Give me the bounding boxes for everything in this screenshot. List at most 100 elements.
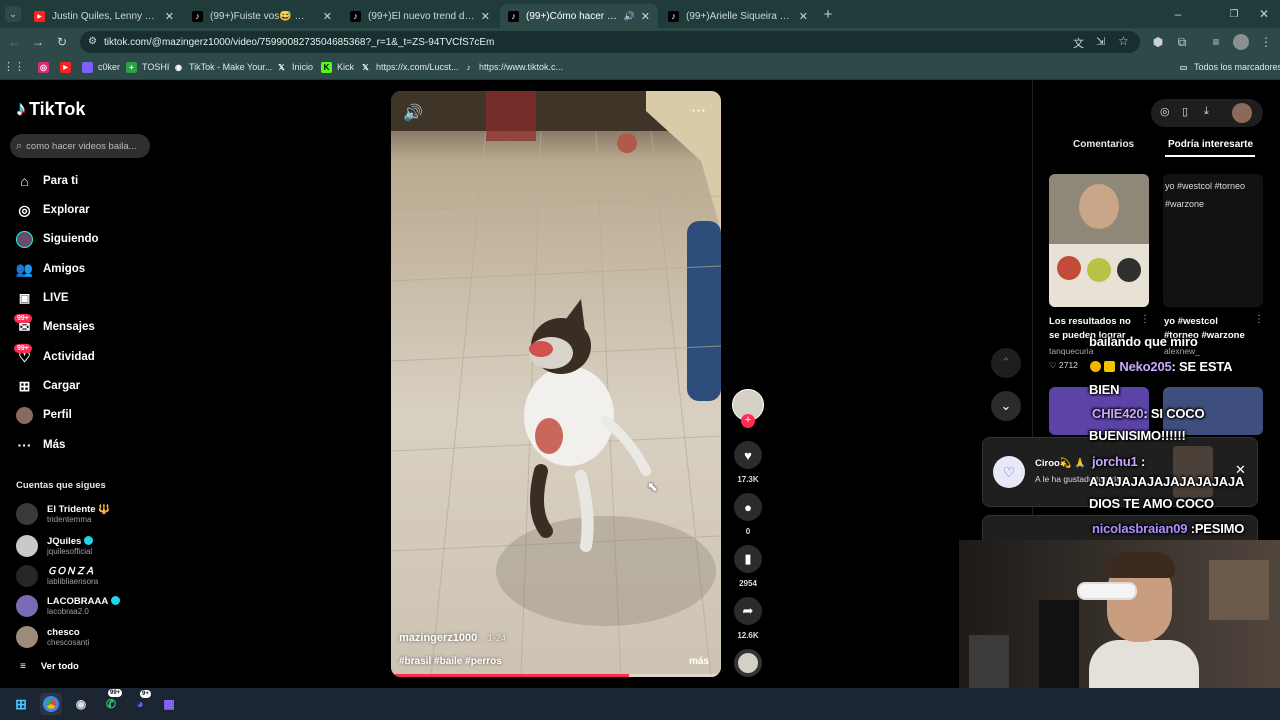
share-button[interactable]: ➦ 12.6K bbox=[733, 597, 763, 640]
forward-icon[interactable]: → bbox=[30, 34, 46, 50]
whatsapp-taskbar-icon[interactable]: ✆ 99+ bbox=[100, 689, 123, 715]
folder-icon: ▭ bbox=[1179, 62, 1188, 72]
search-bar[interactable]: ⌕ como hacer videos baila... bbox=[10, 134, 150, 158]
close-icon[interactable]: ✕ bbox=[799, 10, 808, 23]
new-tab-icon[interactable]: + bbox=[820, 6, 836, 23]
tab-tiktok-1[interactable]: ♪ (99+)Fuiste vos😅 🤙 | TikTok ✕ bbox=[184, 4, 340, 28]
more-caption-link[interactable]: más bbox=[689, 656, 709, 667]
translate-icon[interactable]: 文 bbox=[1073, 35, 1084, 51]
following-account[interactable]: LACOBRAAA lacobraa2.0 bbox=[16, 595, 121, 617]
tab-tiktok-active[interactable]: ♪ (99+)Cómo hacer que tu pe 🔊 ✕ bbox=[500, 4, 658, 28]
video-hashtags[interactable]: #brasil #baile #perros bbox=[399, 656, 502, 667]
save-button[interactable]: ▮ 2954 bbox=[733, 545, 763, 588]
like-button[interactable]: ♥ 17.3K bbox=[733, 441, 763, 484]
more-options-icon[interactable]: ⋯ bbox=[691, 101, 706, 119]
author-avatar-follow[interactable]: + bbox=[732, 389, 764, 428]
nav-actividad[interactable]: ♡ 99+ Actividad bbox=[14, 343, 95, 368]
nav-para-ti[interactable]: ⌂ Para ti bbox=[16, 170, 78, 192]
coins-icon[interactable]: ◎ bbox=[1160, 105, 1170, 118]
tab-comentarios[interactable]: Comentarios bbox=[1073, 139, 1134, 150]
minimize-icon[interactable]: – bbox=[1170, 6, 1186, 22]
bookmark-tiktok-url[interactable]: ♪ https://www.tiktok.c... bbox=[463, 60, 564, 74]
see-all-link[interactable]: ≡ Ver todo bbox=[20, 661, 79, 672]
follow-plus-icon[interactable]: + bbox=[741, 414, 755, 428]
chrome-menu-icon[interactable]: ⋮ bbox=[1258, 34, 1274, 50]
close-window-icon[interactable]: ✕ bbox=[1256, 6, 1272, 22]
all-bookmarks-folder[interactable]: ▭ Todos los marcadores bbox=[1178, 60, 1280, 74]
comment-button[interactable]: ● 0 bbox=[733, 493, 763, 536]
restore-icon[interactable]: ❐ bbox=[1226, 6, 1242, 22]
suggested-thumb-broken[interactable]: yo #westcol #torneo #warzone bbox=[1163, 174, 1263, 307]
video-progress-fill bbox=[391, 674, 629, 677]
install-icon[interactable]: ⇲ bbox=[1096, 35, 1105, 48]
following-account[interactable]: chesco chescosanti bbox=[16, 626, 89, 648]
back-icon[interactable]: ← bbox=[6, 34, 22, 50]
search-input[interactable]: como hacer videos baila... bbox=[26, 141, 136, 152]
discord-taskbar-icon[interactable]: ◕ 9+ bbox=[129, 690, 151, 715]
reload-icon[interactable]: ↻ bbox=[54, 34, 70, 50]
bookmark-x-lucst[interactable]: 𝕏https://x.com/Lucst... bbox=[360, 60, 458, 74]
tab-tiktok-2[interactable]: ♪ (99+)El nuevo trend de IA: ¡Bail ✕ bbox=[342, 4, 498, 28]
close-icon[interactable]: ✕ bbox=[641, 10, 650, 23]
tab-tiktok-3[interactable]: ♪ (99+)Arielle Siqueira - som orig ✕ bbox=[660, 4, 816, 28]
youtube-icon: ▶ bbox=[34, 10, 45, 22]
suggested-thumb[interactable] bbox=[1049, 174, 1149, 307]
site-info-icon[interactable]: ⚙ bbox=[88, 36, 97, 47]
tab-title: Justin Quiles, Lenny Tavárez, J B bbox=[52, 10, 159, 22]
suggested-author[interactable]: tanquecuria bbox=[1049, 346, 1093, 356]
bookmark-kick[interactable]: K Kick bbox=[321, 60, 354, 74]
extensions-icon[interactable]: ⧉ bbox=[1174, 34, 1190, 50]
speaker-icon[interactable]: 🔊 bbox=[624, 11, 635, 22]
video-author[interactable]: mazingerz1000 · 1-24 bbox=[399, 632, 506, 644]
apps-grid-icon[interactable]: ⋮⋮ bbox=[3, 58, 25, 74]
phone-icon[interactable]: ▯ bbox=[1182, 105, 1188, 118]
next-video-button[interactable]: ⌄ bbox=[991, 391, 1021, 421]
tab-youtube[interactable]: ▶ Justin Quiles, Lenny Tavárez, J B ✕ bbox=[26, 4, 182, 28]
media-control-icon[interactable]: ≡ bbox=[1208, 34, 1224, 50]
more-options-icon[interactable]: ⋮ bbox=[1140, 314, 1150, 325]
like-count: 17.3K bbox=[737, 475, 759, 484]
bookmark-tiktok[interactable]: ◉ TikTok - Make Your... bbox=[173, 60, 272, 74]
following-account[interactable]: ＧＯＮＺＡ lablibliaensora bbox=[16, 565, 98, 587]
avatar bbox=[16, 595, 38, 617]
bookmark-youtube[interactable]: ▶ bbox=[60, 60, 76, 74]
video-progress-track[interactable] bbox=[391, 674, 721, 677]
bookmark-star-icon[interactable]: ☆ bbox=[1118, 34, 1129, 48]
tab-podria-interesarte[interactable]: Podría interesarte bbox=[1168, 139, 1253, 150]
previous-video-button[interactable]: ⌃ bbox=[991, 348, 1021, 378]
user-avatar[interactable] bbox=[1232, 103, 1252, 123]
bookmark-inicio[interactable]: 𝕏 Inicio bbox=[276, 60, 313, 74]
nav-perfil[interactable]: Perfil bbox=[16, 404, 72, 426]
download-icon[interactable]: ⤓ bbox=[1204, 105, 1209, 118]
close-icon[interactable]: ✕ bbox=[481, 10, 490, 23]
bookmark-toshi[interactable]: + TOSHI bbox=[126, 60, 169, 74]
close-icon[interactable]: ✕ bbox=[165, 10, 174, 23]
grid-app-taskbar-icon[interactable]: ▦ bbox=[158, 693, 180, 715]
close-icon[interactable]: ✕ bbox=[323, 10, 332, 23]
nav-live[interactable]: ▣ LIVE bbox=[16, 287, 69, 309]
nav-mas[interactable]: ··· Más bbox=[16, 434, 66, 456]
following-account[interactable]: El Tridente 🔱 tridentemma bbox=[16, 503, 110, 525]
friends-icon: 👥 bbox=[15, 260, 34, 277]
shield-extension-icon[interactable]: ⬢ bbox=[1150, 34, 1166, 50]
nav-explorar[interactable]: ◎ Explorar bbox=[16, 199, 89, 221]
bookmark-c0ker[interactable]: c0ker bbox=[82, 60, 120, 74]
profile-avatar[interactable] bbox=[1233, 34, 1249, 50]
tab-search-icon[interactable]: ⌄ bbox=[5, 6, 21, 22]
video-player[interactable]: 🔊 ⋯ mazingerz1000 · 1-24 #brasil #baile … bbox=[391, 91, 721, 677]
obs-taskbar-icon[interactable]: ◉ bbox=[70, 693, 92, 715]
sound-icon[interactable]: 🔊 bbox=[403, 103, 423, 123]
tiktok-logo[interactable]: ♪ TikTok bbox=[16, 98, 85, 121]
following-account[interactable]: JQuiles jquilesofficial bbox=[16, 535, 94, 557]
nav-mensajes[interactable]: ✉ 99+ Mensajes bbox=[14, 313, 95, 338]
music-disc[interactable] bbox=[733, 649, 763, 677]
address-bar[interactable]: ⚙ tiktok.com/@mazingerz1000/video/759900… bbox=[80, 31, 1140, 53]
nav-amigos[interactable]: 👥 Amigos bbox=[16, 258, 85, 280]
windows-start-icon[interactable]: ⊞ bbox=[10, 693, 32, 715]
chrome-taskbar-icon[interactable] bbox=[40, 693, 62, 715]
bookmark-instagram[interactable]: ◎ bbox=[38, 60, 54, 74]
nav-siguiendo[interactable]: Siguiendo bbox=[16, 228, 99, 250]
more-options-icon[interactable]: ⋮ bbox=[1254, 314, 1264, 325]
nav-cargar[interactable]: ⊞ Cargar bbox=[16, 375, 80, 397]
suggested-likes: ♡ 2712 bbox=[1049, 360, 1078, 370]
